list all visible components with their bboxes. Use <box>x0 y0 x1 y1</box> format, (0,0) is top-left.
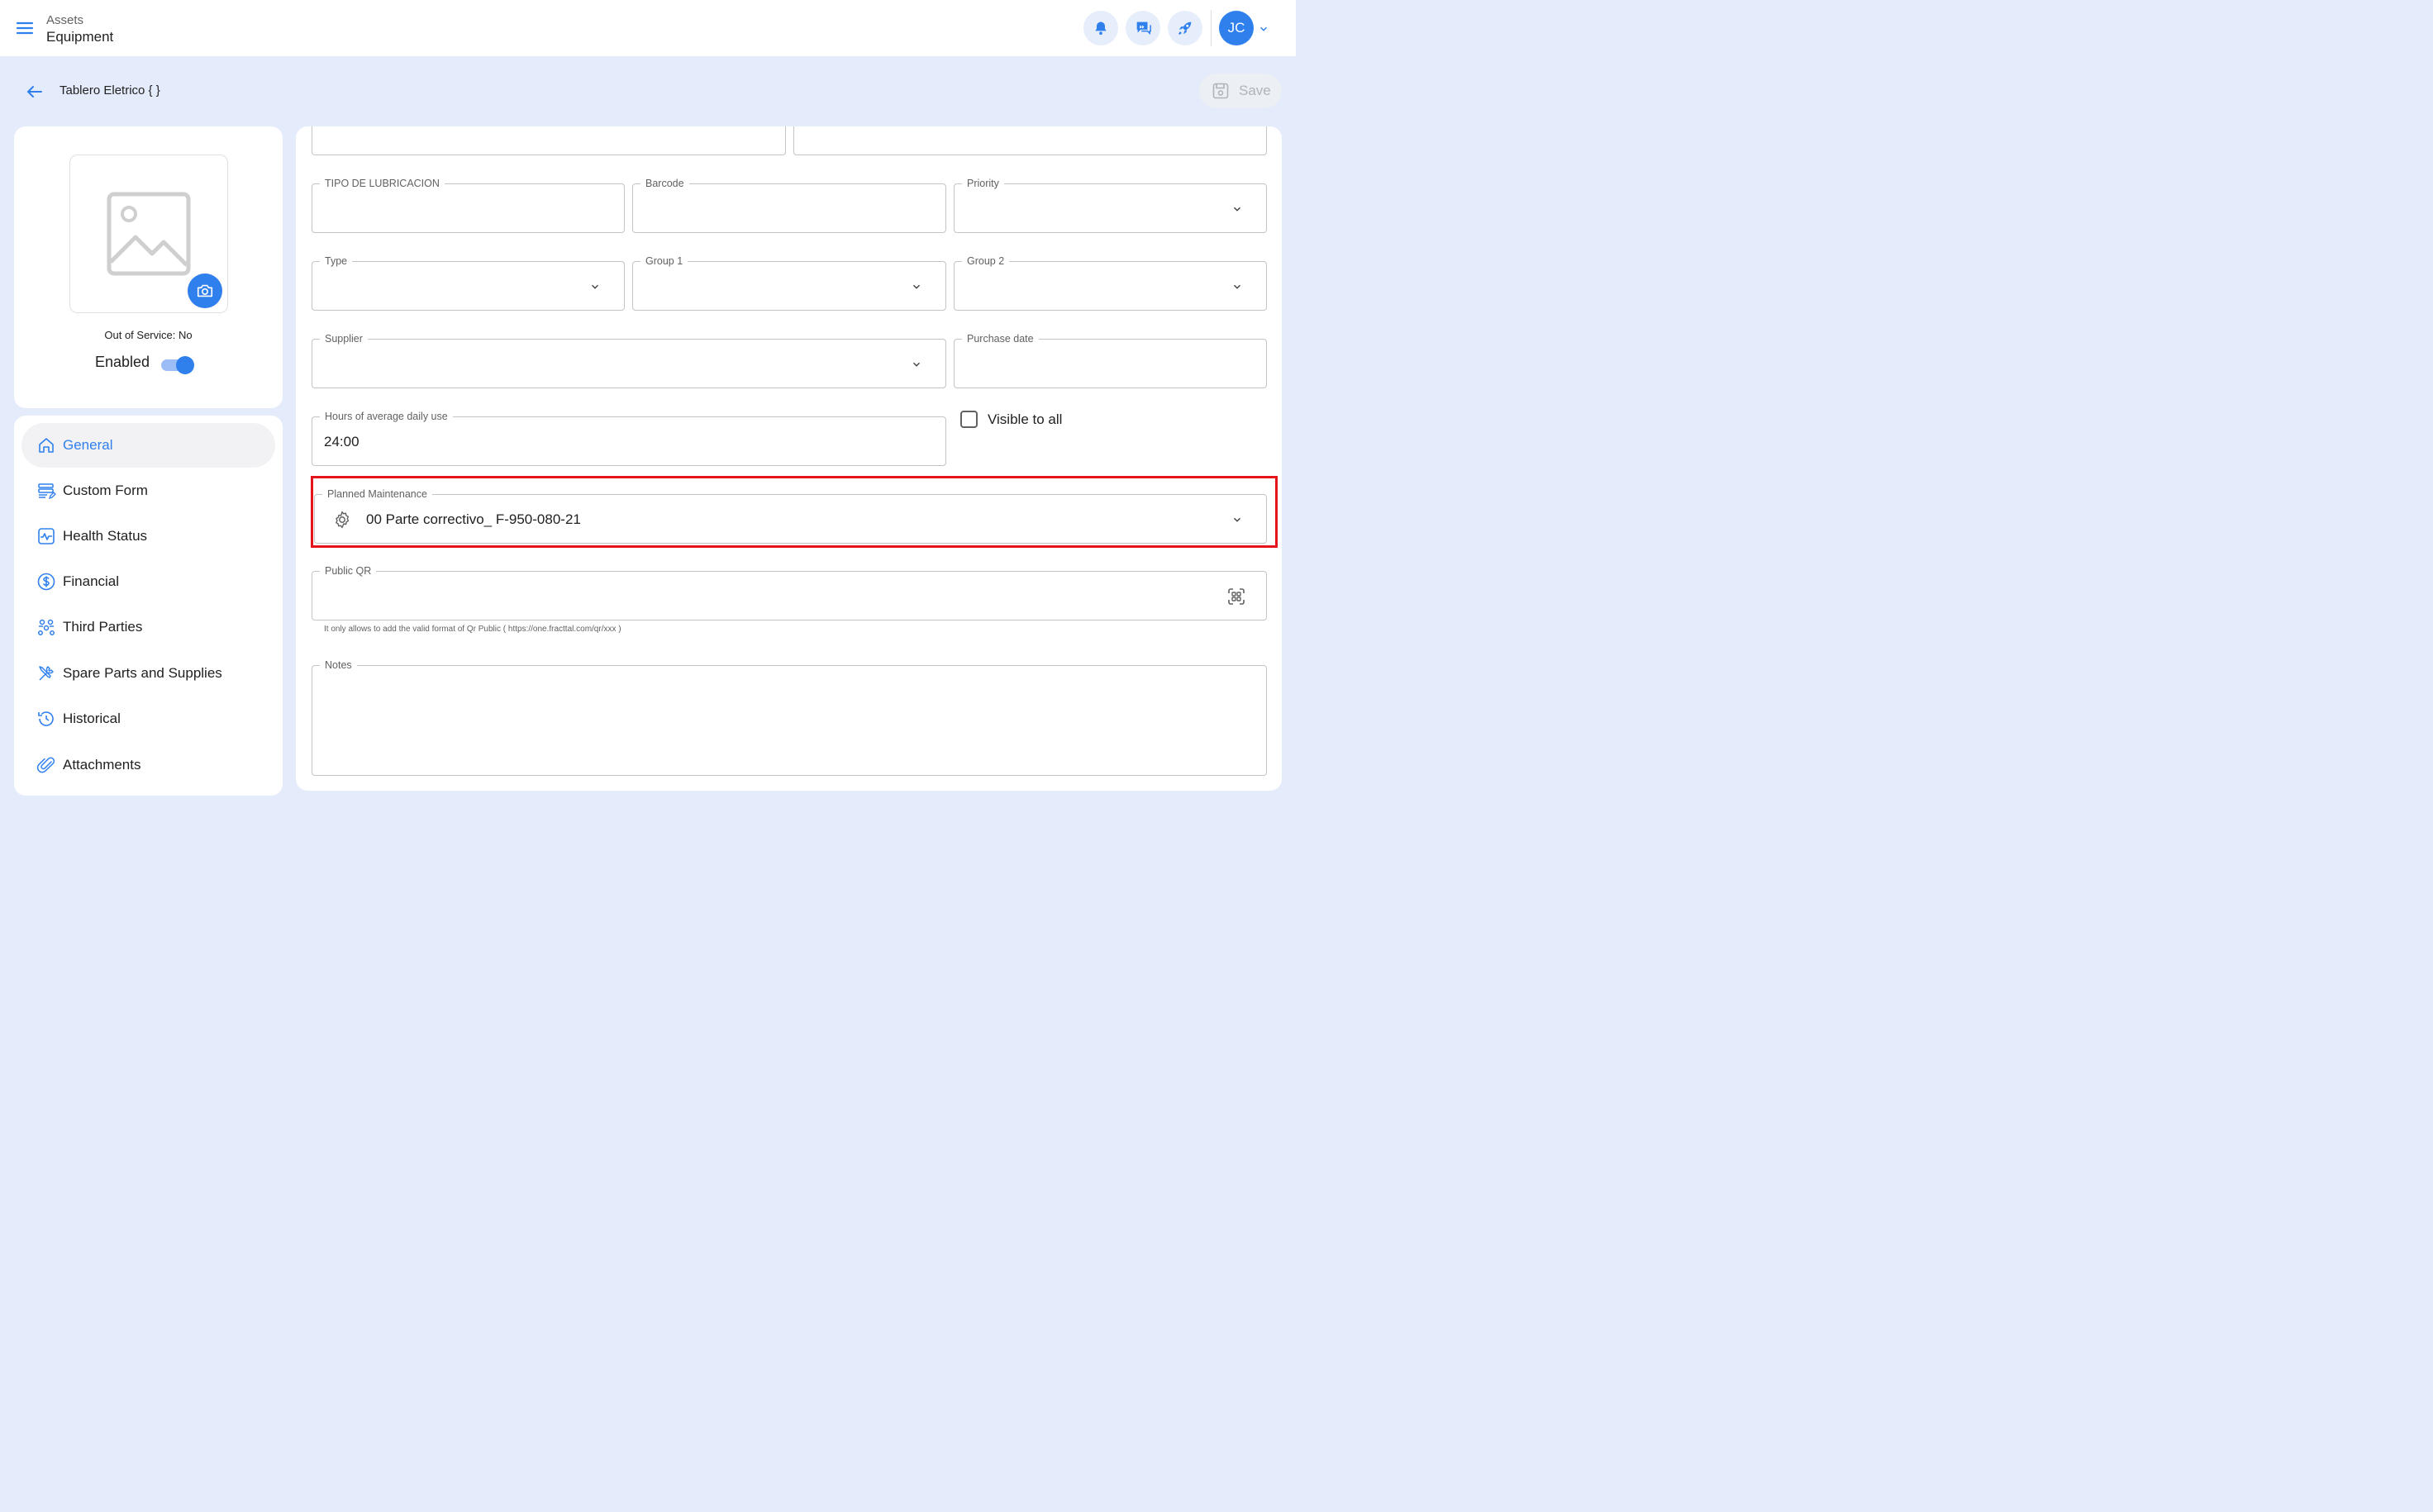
visible-to-all-checkbox[interactable] <box>960 411 978 428</box>
enabled-label: Enabled <box>95 354 150 370</box>
home-icon <box>36 435 56 455</box>
upload-photo-button[interactable] <box>188 273 222 308</box>
nav-item-financial[interactable]: Financial <box>21 559 275 604</box>
chevron-down-icon <box>1231 281 1243 292</box>
group1-select[interactable]: Group 1 <box>632 254 946 311</box>
chat-icon <box>1134 19 1152 37</box>
nav-item-custom-form[interactable]: Custom Form <box>21 468 275 513</box>
hours-daily-use-field[interactable]: Hours of average daily use 24:00 <box>312 410 946 466</box>
out-of-service-status: Out of Service: No <box>104 329 193 341</box>
chevron-down-icon <box>911 359 922 370</box>
chevron-down-icon[interactable] <box>1258 23 1269 35</box>
gear-icon <box>332 510 352 530</box>
chevron-down-icon <box>1231 514 1243 525</box>
nav-item-spare-parts[interactable]: Spare Parts and Supplies <box>21 651 275 696</box>
field-label: TIPO DE LUBRICACION <box>320 177 445 190</box>
menu-icon[interactable] <box>15 18 35 38</box>
visible-to-all-label[interactable]: Visible to all <box>988 411 1062 428</box>
notes-textarea[interactable]: Notes <box>312 659 1267 776</box>
field-label: Hours of average daily use <box>320 410 453 423</box>
notifications-button[interactable] <box>1083 11 1118 45</box>
asset-image-card: Out of Service: No Enabled <box>14 126 283 408</box>
type-select[interactable]: Type <box>312 254 625 311</box>
top-bar: Assets Equipment JC <box>0 0 1296 56</box>
toggle-thumb <box>176 356 194 374</box>
nav-label: Financial <box>63 573 120 589</box>
chevron-down-icon <box>589 281 601 292</box>
public-qr-helper-text: It only allows to add the valid format o… <box>324 625 621 634</box>
avatar[interactable]: JC <box>1219 11 1254 45</box>
breadcrumb-current: Equipment <box>46 29 114 45</box>
scroll-mask <box>296 116 1282 126</box>
camera-icon <box>196 282 214 300</box>
field-label: Supplier <box>320 332 368 345</box>
section-nav: General Custom Form Health Status Financ… <box>14 416 283 796</box>
nav-label: Health Status <box>63 528 148 544</box>
chevron-down-icon <box>911 281 922 292</box>
people-icon <box>36 617 56 637</box>
paperclip-icon <box>36 755 56 775</box>
field-label: Type <box>320 254 353 268</box>
field-label: Purchase date <box>962 332 1039 345</box>
purchase-date-field[interactable]: Purchase date <box>954 332 1267 388</box>
breadcrumb-parent[interactable]: Assets <box>46 13 83 27</box>
page-title: Tablero Eletrico { } <box>60 83 160 97</box>
public-qr-field[interactable]: Public QR <box>312 564 1267 620</box>
image-placeholder-icon <box>106 191 192 277</box>
form-icon <box>36 481 56 501</box>
nav-item-health-status[interactable]: Health Status <box>21 514 275 559</box>
history-icon <box>36 709 56 729</box>
field-label: Group 1 <box>640 254 688 268</box>
chat-button[interactable] <box>1126 11 1160 45</box>
save-icon <box>1211 81 1231 101</box>
barcode-field[interactable]: Barcode <box>632 177 946 233</box>
health-icon <box>36 526 56 546</box>
tipo-lubricacion-field[interactable]: TIPO DE LUBRICACION <box>312 177 625 233</box>
save-label: Save <box>1239 83 1271 98</box>
nav-label: General <box>63 437 113 453</box>
nav-item-attachments[interactable]: Attachments <box>21 743 275 787</box>
nav-item-general[interactable]: General <box>21 423 275 468</box>
field-label: Public QR <box>320 564 377 578</box>
tools-icon <box>36 663 56 683</box>
dollar-icon <box>36 572 56 592</box>
rocket-button[interactable] <box>1168 11 1202 45</box>
chevron-down-icon <box>1231 203 1243 215</box>
qr-scan-icon[interactable] <box>1226 587 1246 606</box>
nav-label: Spare Parts and Supplies <box>63 665 222 681</box>
nav-label: Third Parties <box>63 619 143 635</box>
nav-label: Attachments <box>63 757 141 773</box>
field-label: Group 2 <box>962 254 1010 268</box>
rocket-icon <box>1176 19 1194 37</box>
supplier-select[interactable]: Supplier <box>312 332 946 388</box>
planned-maintenance-select[interactable]: Planned Maintenance 00 Parte correctivo_… <box>314 487 1267 544</box>
field-value: 00 Parte correctivo_ F-950-080-21 <box>366 511 581 527</box>
priority-select[interactable]: Priority <box>954 177 1267 233</box>
field-label: Planned Maintenance <box>322 487 432 501</box>
field-value: 24:00 <box>324 434 359 449</box>
group2-select[interactable]: Group 2 <box>954 254 1267 311</box>
field-label: Notes <box>320 659 357 672</box>
save-button[interactable]: Save <box>1199 74 1282 108</box>
back-arrow-icon[interactable] <box>25 82 45 102</box>
nav-label: Custom Form <box>63 483 148 498</box>
nav-item-third-parties[interactable]: Third Parties <box>21 605 275 649</box>
enabled-toggle[interactable] <box>161 355 194 375</box>
nav-item-historical[interactable]: Historical <box>21 697 275 741</box>
field-label: Priority <box>962 177 1004 190</box>
field-label: Barcode <box>640 177 689 190</box>
nav-label: Historical <box>63 711 121 726</box>
bell-icon <box>1093 20 1109 36</box>
header-divider <box>1211 10 1212 46</box>
